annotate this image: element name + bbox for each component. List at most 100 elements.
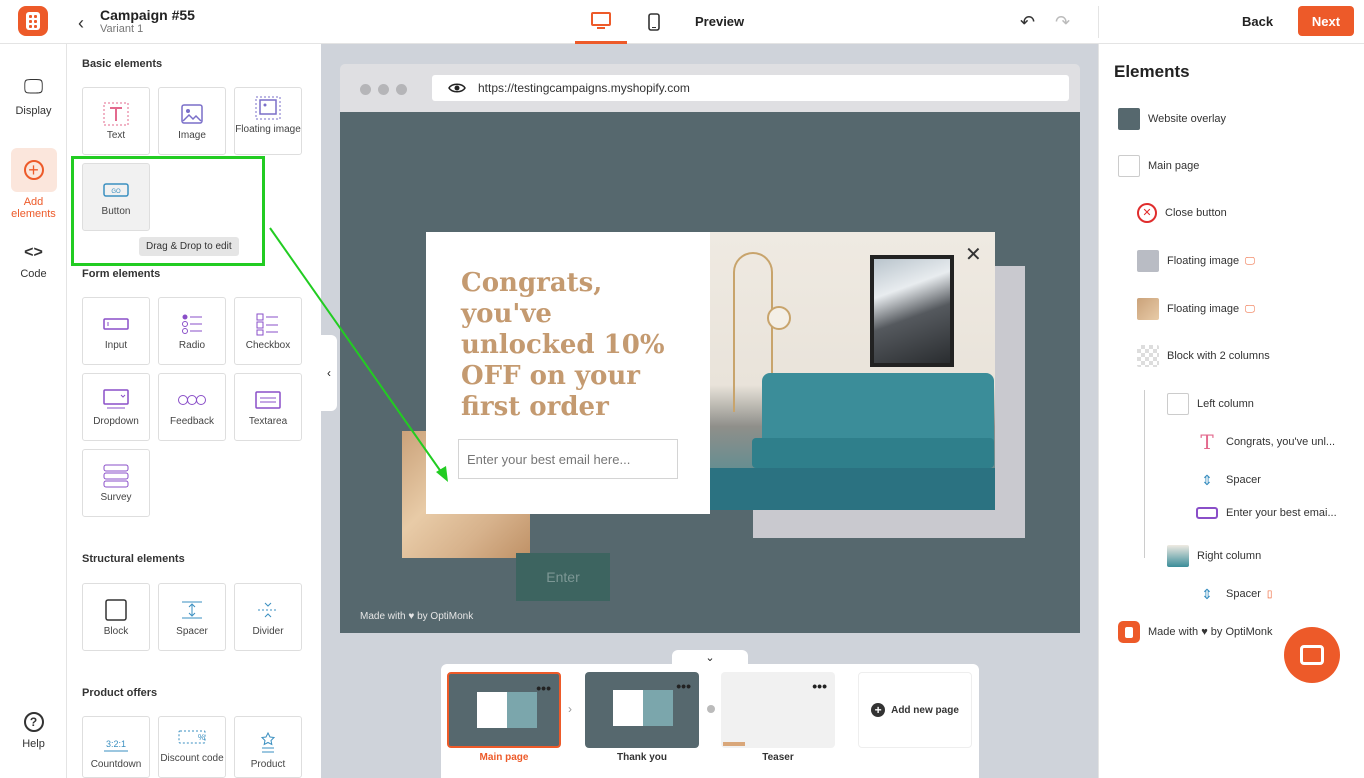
svg-text:3:2:1: 3:2:1 xyxy=(106,739,126,749)
enter-button[interactable]: Enter xyxy=(516,553,610,601)
collapse-panel-button[interactable]: ‹ xyxy=(321,335,337,411)
discount-icon: % xyxy=(178,730,206,744)
gray-image-swatch xyxy=(1137,250,1159,272)
tree-item-floating-image-2[interactable]: Floating image 🖵 xyxy=(1137,298,1255,320)
input-icon xyxy=(103,318,129,330)
countdown-icon: 3:2:1 xyxy=(104,739,128,752)
block-element-tile[interactable]: Block xyxy=(82,583,150,651)
popup-headline[interactable]: Congrats, you've unlocked 10% OFF on you… xyxy=(461,268,691,423)
rail-display-label: Display xyxy=(15,105,52,117)
rail-code-label: Code xyxy=(20,268,47,280)
discount-code-element-tile[interactable]: % Discount code xyxy=(158,716,226,778)
tree-item-floating-image-1[interactable]: Floating image 🖵 xyxy=(1137,250,1255,272)
url-text: https://testingcampaigns.myshopify.com xyxy=(478,81,690,95)
wall-art-graphic xyxy=(870,255,954,367)
campaign-title: Campaign #55 xyxy=(100,7,195,23)
mobile-icon xyxy=(648,13,660,31)
chevron-left-icon[interactable]: ‹ xyxy=(78,13,84,34)
spacer-icon: ⇕ xyxy=(1201,586,1213,602)
made-with-label: Made with ♥ by OptiMonk xyxy=(360,611,474,622)
radio-element-tile[interactable]: Radio xyxy=(158,297,226,365)
next-button[interactable]: Next xyxy=(1298,6,1354,36)
rail-display[interactable]: 🖵 Display xyxy=(0,76,67,117)
countdown-element-tile[interactable]: 3:2:1 Countdown xyxy=(82,716,150,778)
divider xyxy=(1098,6,1099,38)
help-icon: ? xyxy=(23,712,44,732)
survey-element-tile[interactable]: Survey xyxy=(82,449,150,517)
floating-image-element-tile[interactable]: Floating image xyxy=(234,87,302,155)
add-new-page-label: Add new page xyxy=(891,704,959,716)
page-label-thankyou: Thank you xyxy=(616,752,667,763)
redo-icon[interactable]: ↷ xyxy=(1055,12,1070,33)
plus-icon: + xyxy=(871,703,886,717)
rail-help[interactable]: ? Help xyxy=(0,712,67,750)
tree-item-made-with[interactable]: Made with ♥ by OptiMonk xyxy=(1118,621,1273,643)
textarea-icon xyxy=(255,391,281,409)
tree-item-right-column[interactable]: Right column xyxy=(1167,545,1261,567)
page-label-teaser: Teaser xyxy=(762,752,794,763)
close-icon[interactable]: ✕ xyxy=(965,242,982,267)
rail-add-elements[interactable]: + Add elements xyxy=(0,148,67,220)
sofa-seat-graphic xyxy=(752,438,994,468)
feedback-element-tile[interactable]: Feedback xyxy=(158,373,226,441)
tree-item-headline[interactable]: T Congrats, you've unl... xyxy=(1196,431,1335,453)
spacer-element-tile[interactable]: Spacer xyxy=(158,583,226,651)
checkbox-element-tile[interactable]: Checkbox xyxy=(234,297,302,365)
mobile-view-button[interactable] xyxy=(640,0,668,44)
tree-item-website-overlay[interactable]: Website overlay xyxy=(1118,108,1226,130)
chevron-right-icon: › xyxy=(568,702,572,716)
rail-code[interactable]: <> Code xyxy=(0,244,67,280)
eye-icon[interactable] xyxy=(448,82,466,94)
tree-item-spacer-2[interactable]: ⇕ Spacer ▯ xyxy=(1196,583,1272,605)
block-icon xyxy=(105,599,127,621)
chevron-down-icon[interactable]: ⌄ xyxy=(672,650,748,666)
email-input[interactable]: Enter your best email here... xyxy=(458,439,678,479)
floating-image-icon xyxy=(255,96,281,120)
rail-add-label: Add elements xyxy=(11,196,56,220)
tree-item-close-button[interactable]: ✕ Close button xyxy=(1137,203,1227,223)
more-icon[interactable]: ••• xyxy=(536,680,551,696)
tree-item-spacer-1[interactable]: ⇕ Spacer xyxy=(1196,469,1261,491)
feedback-icon xyxy=(178,395,206,405)
desktop-only-icon: 🖵 xyxy=(1245,303,1255,315)
preview-button[interactable]: Preview xyxy=(695,14,744,29)
tree-item-block-2-columns[interactable]: Block with 2 columns xyxy=(1137,345,1270,367)
textarea-element-tile[interactable]: Textarea xyxy=(234,373,302,441)
variant-name: Variant 1 xyxy=(100,23,144,35)
text-element-tile[interactable]: Text xyxy=(82,87,150,155)
tree-item-left-column[interactable]: Left column xyxy=(1167,393,1254,415)
monitor-icon: 🖵 xyxy=(23,76,44,98)
image-element-tile[interactable]: Image xyxy=(158,87,226,155)
dropdown-icon xyxy=(103,389,129,409)
back-button[interactable]: Back xyxy=(1242,14,1273,29)
plus-circle-icon: + xyxy=(23,160,44,180)
tree-item-main-page[interactable]: Main page xyxy=(1118,155,1199,177)
column-swatch xyxy=(1167,393,1189,415)
page-thumb-thankyou[interactable]: ••• xyxy=(585,672,699,748)
radio-icon xyxy=(182,314,202,334)
rug-graphic xyxy=(710,468,995,510)
page-thumb-teaser[interactable]: ••• xyxy=(721,672,835,748)
product-element-tile[interactable]: Product xyxy=(234,716,302,778)
more-icon[interactable]: ••• xyxy=(676,678,691,694)
optimonk-logo[interactable] xyxy=(18,6,48,36)
transparent-swatch xyxy=(1137,345,1159,367)
top-bar xyxy=(0,0,1364,44)
add-new-page-button[interactable]: + Add new page xyxy=(858,672,972,748)
add-elements-panel: Basic elements Text Image Floating image… xyxy=(67,44,321,778)
dropdown-element-tile[interactable]: Dropdown xyxy=(82,373,150,441)
chat-support-button[interactable] xyxy=(1284,627,1340,683)
undo-icon[interactable]: ↶ xyxy=(1020,12,1035,33)
divider-element-tile[interactable]: Divider xyxy=(234,583,302,651)
page-swatch xyxy=(1118,155,1140,177)
page-separator-dot xyxy=(707,705,715,713)
form-elements-title: Form elements xyxy=(82,268,161,280)
more-icon[interactable]: ••• xyxy=(812,678,827,694)
tree-item-email-input[interactable]: Enter your best emai... xyxy=(1196,507,1337,519)
input-element-tile[interactable]: Input xyxy=(82,297,150,365)
page-thumb-main[interactable]: ••• xyxy=(447,672,561,748)
desktop-view-button[interactable] xyxy=(575,0,627,44)
rail-help-label: Help xyxy=(22,738,45,750)
svg-text:%: % xyxy=(198,733,205,742)
chat-icon xyxy=(1300,645,1324,665)
